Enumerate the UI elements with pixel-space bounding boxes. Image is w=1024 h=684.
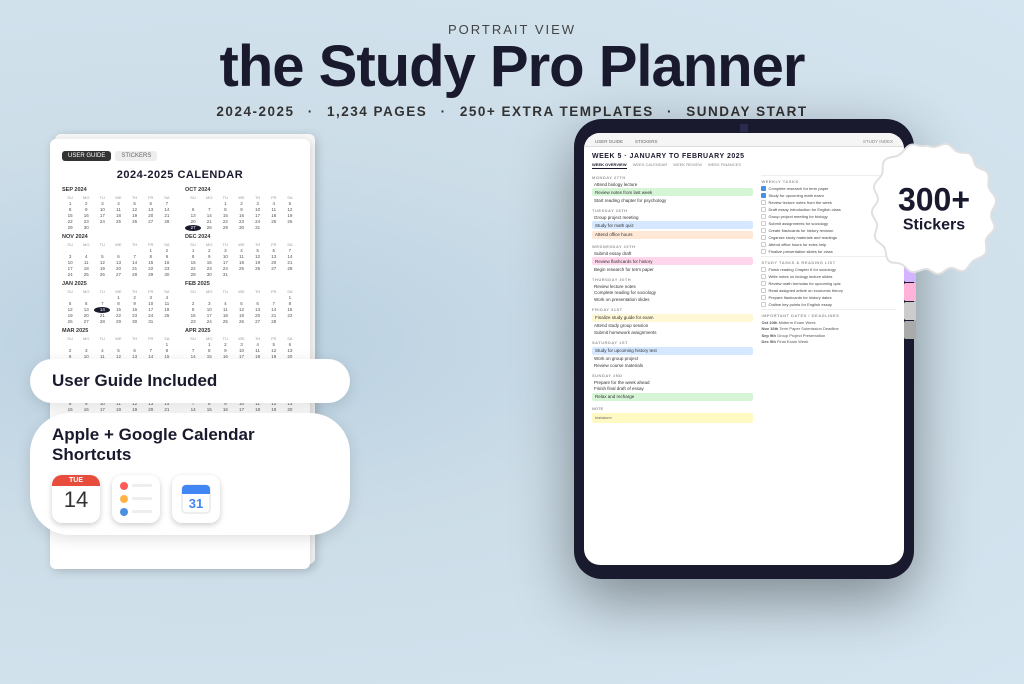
feature-badges: User Guide Included Apple + Google Calen… [30,359,350,535]
reminder-dot-orange [120,495,128,503]
tablet-container: USER GUIDE STICKERS STUDY INDEX WEEK 5 ·… [574,119,914,579]
sticker-count: 300+ [898,183,970,215]
header-section: PORTRAIT VIEW the Study Pro Planner 2024… [216,0,807,119]
tablet-screen: USER GUIDE STICKERS STUDY INDEX WEEK 5 ·… [584,133,904,565]
tablet-two-col: MONDAY 27TH Attend biology lecture Revie… [592,175,896,423]
reminder-dot-red [120,482,128,490]
nov-2024: NOV 2024 SUMOTUWETHFRSA 12 3456789 10111… [62,234,175,278]
year-label: 2024-2025 [216,104,294,119]
day-tuesday: TUESDAY 28TH Group project meeting Study… [592,208,753,239]
week-nav-review[interactable]: WEEK REVIEW [673,162,702,169]
study-task-4: Read assigned article on economic theory [761,288,896,294]
sticker-content: 300+ Stickers [898,183,970,234]
study-task-3: Review math formulas for upcoming quiz [761,281,896,287]
dot2: · [441,104,447,119]
sep-title: SEP 2024 [62,187,175,193]
week-nav-overview[interactable]: WEEK OVERVIEW [592,162,627,169]
study-task-6: Outline key points for English essay [761,302,896,308]
reminders-icon [112,475,160,523]
cal-row-2: NOV 2024 SUMOTUWETHFRSA 12 3456789 10111… [62,234,298,278]
sep-grid: SU MO TU WE TH FR SA 1 2 3 4 5 6 [62,195,175,231]
user-guide-text: User Guide Included [52,371,217,391]
tab-stickers[interactable]: STICKERS [630,137,663,146]
dot1: · [308,104,314,119]
may-title: APR 2025 [185,328,298,334]
shortcuts-title: Apple + Google Calendar Shortcuts [52,425,328,465]
week-nav-finances[interactable]: WEEK FINANCES [708,162,741,169]
oct-grid: SU MO TU WE TH FR SA 1 2 3 4 [185,195,298,231]
oct-2024: OCT 2024 SU MO TU WE TH FR SA 1 [185,187,298,231]
feb-title: FEB 2025 [185,281,298,287]
pages-label: 1,234 PAGES [327,104,427,119]
week-nav-calendar[interactable]: WEEK CALENDAR [633,162,668,169]
week-header: WEEK 5 · JANUARY TO FEBRUARY 2025 [592,153,896,160]
jan-title: JAN 2025 [62,281,175,287]
oct-title: OCT 2024 [185,187,298,193]
cal-row-3: JAN 2025 SUMOTUWETHFRSA 1234 567891011 1… [62,281,298,325]
cal-tabs: USER GUIDE STICKERS [62,151,298,161]
apple-cal-day: TUE [52,475,100,486]
main-title: the Study Pro Planner [216,37,807,98]
dec-2024: DEC 2024 SUMOTUWETHFRSA 1234567 89101112… [185,234,298,278]
brainstorm-note: NOTE brainstorm [592,406,753,423]
apple-cal-date: 14 [64,489,88,511]
main-container: PORTRAIT VIEW the Study Pro Planner 2024… [0,0,1024,684]
subtitle-row: 2024-2025 · 1,234 PAGES · 250+ EXTRA TEM… [216,104,807,119]
study-task-5: Prepare flashcards for history dates [761,295,896,301]
nov-grid: SUMOTUWETHFRSA 12 3456789 10111213141516… [62,242,175,278]
sticker-label: Stickers [898,215,970,234]
shortcuts-icons: TUE 14 [52,475,328,523]
sep-2024: SEP 2024 SU MO TU WE TH FR SA 1 2 3 [62,187,175,231]
cal-tab-userguide: USER GUIDE [62,151,111,161]
nov-title: NOV 2024 [62,234,175,240]
dec-grid: SUMOTUWETHFRSA 1234567 891011121314 1516… [185,242,298,278]
day-monday: MONDAY 27TH Attend biology lecture Revie… [592,175,753,203]
tab-user-guide[interactable]: USER GUIDE [590,137,628,146]
important-dates-header: IMPORTANT DATES / DEADLINES [761,309,896,318]
mar-title: MAR 2025 [62,328,175,334]
cal-title: 2024-2025 CALENDAR [62,169,298,181]
left-panel: USER GUIDE STICKERS 2024-2025 CALENDAR S… [30,129,350,684]
week-nav: WEEK OVERVIEW WEEK CALENDAR WEEK REVIEW … [592,162,896,169]
feb-2025: FEB 2025 SUMOTUWETHFRSA 1 2345678 910111… [185,281,298,325]
reminder-dot-blue [120,508,128,516]
tablet-main-content: WEEK 5 · JANUARY TO FEBRUARY 2025 WEEK O… [584,147,904,429]
day-wednesday: WEDNESDAY 29TH Submit essay draft Review… [592,244,753,272]
dot3: · [667,104,673,119]
dec-title: DEC 2024 [185,234,298,240]
cal-row-1: SEP 2024 SU MO TU WE TH FR SA 1 2 3 [62,187,298,231]
apple-calendar-icon: TUE 14 [52,475,100,523]
day-friday: FRIDAY 31ST Finalize study guide for exa… [592,307,753,335]
start-label: SUNDAY START [686,104,807,119]
user-guide-badge: User Guide Included [30,359,350,403]
feb-grid: SUMOTUWETHFRSA 1 2345678 9101112131415 1… [185,289,298,325]
templates-label: 250+ EXTRA TEMPLATES [460,104,654,119]
sticker-badge: 300+ Stickers [864,139,1004,279]
tablet-device: USER GUIDE STICKERS STUDY INDEX WEEK 5 ·… [574,119,914,579]
sticker-wavy-container: 300+ Stickers [864,139,1004,279]
tablet-camera [740,124,748,132]
cal-tab-stickers: STICKERS [115,151,157,161]
day-sunday: SUNDAY 2ND Prepare for the week ahead Fi… [592,373,753,401]
jan-2025: JAN 2025 SUMOTUWETHFRSA 1234 567891011 1… [62,281,175,325]
content-area: USER GUIDE STICKERS 2024-2025 CALENDAR S… [0,119,1024,684]
tablet-tabs: USER GUIDE STICKERS STUDY INDEX [584,133,904,147]
tablet-left-col: MONDAY 27TH Attend biology lecture Revie… [592,175,753,423]
svg-text:31: 31 [189,496,203,511]
shortcuts-badge: Apple + Google Calendar Shortcuts TUE 14 [30,413,350,535]
jan-grid: SUMOTUWETHFRSA 1234 567891011 1213141516… [62,289,175,325]
day-thursday: THURSDAY 30TH Review lecture notes Compl… [592,277,753,302]
day-saturday: SATURDAY 1ST Study for upcoming history … [592,340,753,368]
google-calendar-icon: 31 [172,475,220,523]
